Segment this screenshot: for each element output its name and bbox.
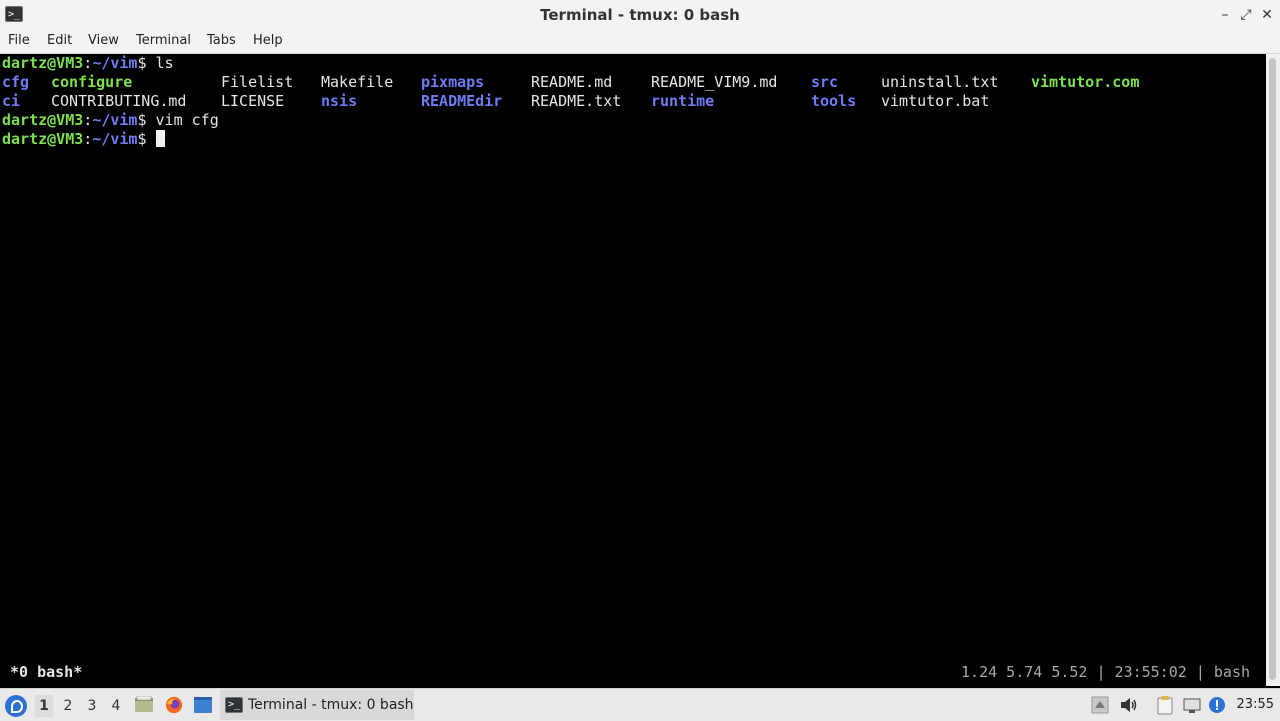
- ls-output-row-1: cfg configure Filelist Makefile pixmaps …: [2, 73, 1262, 92]
- menu-bar: File Edit View Terminal Tabs Help: [0, 30, 1280, 54]
- taskbar-item-terminal[interactable]: >_ Terminal - tmux: 0 bash: [220, 690, 414, 720]
- menu-view[interactable]: View: [88, 30, 119, 52]
- ls-output-row-2: ci CONTRIBUTING.md LICENSE nsis READMEdi…: [2, 92, 1262, 111]
- menu-file[interactable]: File: [8, 30, 30, 52]
- firefox-icon[interactable]: [164, 696, 184, 714]
- show-desktop-icon[interactable]: [193, 696, 213, 714]
- prompt-end: $: [137, 54, 147, 72]
- prompt-path: ~/vim: [92, 54, 138, 72]
- prompt-separator: :: [83, 111, 93, 129]
- command-text: [147, 130, 156, 148]
- menu-terminal[interactable]: Terminal: [136, 30, 191, 52]
- ls-entry-dir: pixmaps: [421, 73, 485, 91]
- ls-entry-dir: READMEdir: [421, 92, 503, 110]
- ls-entry-file: uninstall.txt: [881, 73, 999, 91]
- terminal-scrollbar[interactable]: [1266, 54, 1280, 686]
- terminal-line-4: dartz@VM3:~/vim$ vim cfg: [2, 111, 219, 130]
- network-icon[interactable]: [1182, 695, 1202, 715]
- prompt-user: dartz@VM3: [2, 111, 84, 129]
- prompt-path: ~/vim: [92, 130, 138, 148]
- menu-tabs[interactable]: Tabs: [207, 30, 236, 52]
- notification-icon[interactable]: [1207, 695, 1227, 715]
- close-button[interactable]: ✕: [1258, 6, 1276, 24]
- taskbar: 1 2 3 4 >_ Terminal - tmux: 0 bash 23:55: [0, 688, 1280, 721]
- ls-entry-dir: cfg: [2, 73, 30, 91]
- prompt-user: dartz@VM3: [2, 130, 84, 148]
- terminal-line-5: dartz@VM3:~/vim$: [2, 130, 165, 149]
- prompt-separator: :: [83, 54, 93, 72]
- workspace-3[interactable]: 3: [83, 695, 101, 717]
- ls-entry-file: README_VIM9.md: [651, 73, 778, 91]
- terminal-app-icon: >_: [225, 697, 243, 713]
- scrollbar-thumb[interactable]: [1269, 58, 1276, 680]
- start-menu-icon[interactable]: [5, 695, 27, 717]
- workspace-4[interactable]: 4: [107, 695, 125, 717]
- ls-entry-file: README.md: [531, 73, 613, 91]
- terminal-output[interactable]: dartz@VM3:~/vim$ ls cfg configure Fileli…: [0, 54, 1266, 686]
- ls-entry-exec: configure: [51, 73, 133, 91]
- workspace-1[interactable]: 1: [35, 695, 53, 717]
- workspace-2[interactable]: 2: [59, 695, 77, 717]
- title-bar: >_ Terminal - tmux: 0 bash – ⤢ ✕: [0, 0, 1280, 31]
- prompt-user: dartz@VM3: [2, 54, 84, 72]
- ls-entry-file: Makefile: [321, 73, 394, 91]
- ls-entry-dir: nsis: [321, 92, 358, 110]
- window-title: Terminal - tmux: 0 bash: [540, 6, 740, 24]
- tray-arrow-icon[interactable]: [1090, 695, 1110, 715]
- ls-entry-dir: tools: [811, 92, 857, 110]
- clipboard-icon[interactable]: [1155, 695, 1175, 715]
- task-label: Terminal - tmux: 0 bash: [248, 697, 414, 713]
- ls-entry-file: vimtutor.bat: [881, 92, 990, 110]
- volume-icon[interactable]: [1118, 695, 1138, 715]
- ls-entry-file: README.txt: [531, 92, 622, 110]
- maximize-button[interactable]: ⤢: [1237, 6, 1255, 24]
- ls-entry-file: Filelist: [221, 73, 294, 91]
- command-text: vim cfg: [146, 111, 219, 129]
- prompt-end: $: [137, 111, 147, 129]
- terminal-cursor: [155, 130, 165, 147]
- file-manager-icon[interactable]: [134, 696, 154, 714]
- menu-help[interactable]: Help: [253, 30, 283, 52]
- taskbar-clock[interactable]: 23:55: [1237, 689, 1274, 721]
- ls-entry-dir: runtime: [651, 92, 715, 110]
- command-text: ls: [146, 54, 174, 72]
- terminal-line-1: dartz@VM3:~/vim$ ls: [2, 54, 174, 73]
- minimize-button[interactable]: –: [1216, 6, 1234, 24]
- tmux-window-list[interactable]: *0 bash*: [10, 662, 82, 682]
- ls-entry-exec: vimtutor.com: [1031, 73, 1140, 91]
- ls-entry-dir: ci: [2, 92, 21, 110]
- menu-edit[interactable]: Edit: [47, 30, 72, 52]
- ls-entry-file: CONTRIBUTING.md: [51, 92, 187, 110]
- ls-entry-dir: src: [811, 73, 839, 91]
- prompt-path: ~/vim: [92, 111, 138, 129]
- ls-entry-file: LICENSE: [221, 92, 285, 110]
- tmux-status-right: 1.24 5.74 5.52 | 23:55:02 | bash: [961, 663, 1250, 681]
- prompt-separator: :: [83, 130, 93, 148]
- prompt-end: $: [137, 130, 147, 148]
